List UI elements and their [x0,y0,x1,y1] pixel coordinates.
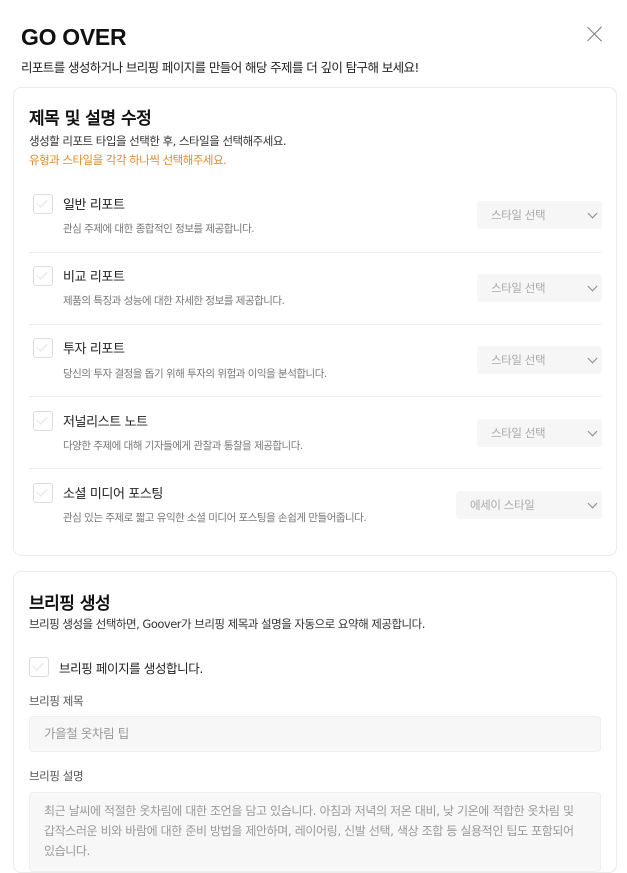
briefing-checkbox-label: 브리핑 페이지를 생성합니다. [59,661,203,676]
report-checkbox[interactable] [33,338,53,358]
style-select[interactable]: 스타일 선택 [477,274,602,302]
report-item-name: 비교 리포트 [63,270,125,285]
report-item-name: 일반 리포트 [63,198,125,213]
style-select[interactable]: 스타일 선택 [477,201,602,229]
style-select[interactable]: 에세이 스타일 [456,491,602,519]
report-item-compare: 비교 리포트 제품의 특징과 성능에 대한 자세한 정보를 제공합니다. 스타일… [29,252,602,325]
report-section-warning: 유형과 스타일을 각각 하나씩 선택해주세요. [29,153,227,167]
style-select-value: 스타일 선택 [491,353,546,367]
style-select-value: 스타일 선택 [491,208,546,222]
report-item-desc: 제품의 특징과 성능에 대한 자세한 정보를 제공합니다. [63,295,285,307]
report-item-journalist: 저널리스트 노트 다양한 주제에 대해 기자들에게 관찰과 통찰을 제공합니다.… [29,396,602,469]
report-section-desc: 생성할 리포트 타입을 선택한 후, 스타일을 선택해주세요. [29,134,287,148]
report-checkbox[interactable] [33,194,53,214]
report-checkbox[interactable] [33,266,53,286]
close-icon[interactable] [587,26,603,42]
briefing-title-label: 브리핑 제목 [29,694,84,708]
modal-title: GO OVER [21,24,127,50]
report-item-desc: 다양한 주제에 대해 기자들에게 관찰과 통찰을 제공합니다. [63,440,303,452]
report-item-desc: 관심 있는 주제로 짧고 유익한 소셜 미디어 포스팅을 손쉽게 만들어줍니다. [63,512,367,524]
report-item-name: 투자 리포트 [63,342,125,357]
briefing-desc-label: 브리핑 설명 [29,769,84,783]
briefing-section-desc: 브리핑 생성을 선택하면, Goover가 브리핑 제목과 설명을 자동으로 요… [29,617,425,631]
style-select-value: 에세이 스타일 [470,498,535,512]
style-select-value: 스타일 선택 [491,426,546,440]
chevron-down-icon [587,208,598,219]
chevron-down-icon [587,498,598,509]
report-checkbox[interactable] [33,483,53,503]
chevron-down-icon [587,281,598,292]
briefing-checkbox[interactable] [29,657,49,677]
report-type-card: 제목 및 설명 수정 생성할 리포트 타입을 선택한 후, 스타일을 선택해주세… [13,87,617,556]
report-item-name: 저널리스트 노트 [63,415,148,430]
briefing-card: 브리핑 생성 브리핑 생성을 선택하면, Goover가 브리핑 제목과 설명을… [13,571,617,873]
chevron-down-icon [587,426,598,437]
briefing-desc-textarea[interactable]: 최근 날씨에 적절한 옷차림에 대한 조언을 담고 있습니다. 아침과 저녁의 … [29,792,601,872]
report-section-title: 제목 및 설명 수정 [29,109,152,129]
report-item-investment: 투자 리포트 당신의 투자 결정을 돕기 위해 투자의 위험과 이익을 분석합니… [29,324,602,397]
chevron-down-icon [587,353,598,364]
modal-subtitle: 리포트를 생성하거나 브리핑 페이지를 만들어 해당 주제를 더 깊이 탐구해 … [21,60,419,75]
report-checkbox[interactable] [33,411,53,431]
report-item-desc: 당신의 투자 결정을 돕기 위해 투자의 위험과 이익을 분석합니다. [63,368,327,380]
style-select[interactable]: 스타일 선택 [477,346,602,374]
report-item-social: 소셜 미디어 포스팅 관심 있는 주제로 짧고 유익한 소셜 미디어 포스팅을 … [29,468,602,540]
report-item-desc: 관심 주제에 대한 종합적인 정보를 제공합니다. [63,223,255,235]
report-item-name: 소셜 미디어 포스팅 [63,487,163,502]
modal-header: GO OVER 리포트를 생성하거나 브리핑 페이지를 만들어 해당 주제를 더… [21,22,607,76]
report-item-general: 일반 리포트 관심 주제에 대한 종합적인 정보를 제공합니다. 스타일 선택 [29,180,602,253]
style-select[interactable]: 스타일 선택 [477,419,602,447]
briefing-section-title: 브리핑 생성 [29,594,111,614]
style-select-value: 스타일 선택 [491,281,546,295]
briefing-title-input[interactable]: 가을철 옷차림 팁 [29,716,601,752]
